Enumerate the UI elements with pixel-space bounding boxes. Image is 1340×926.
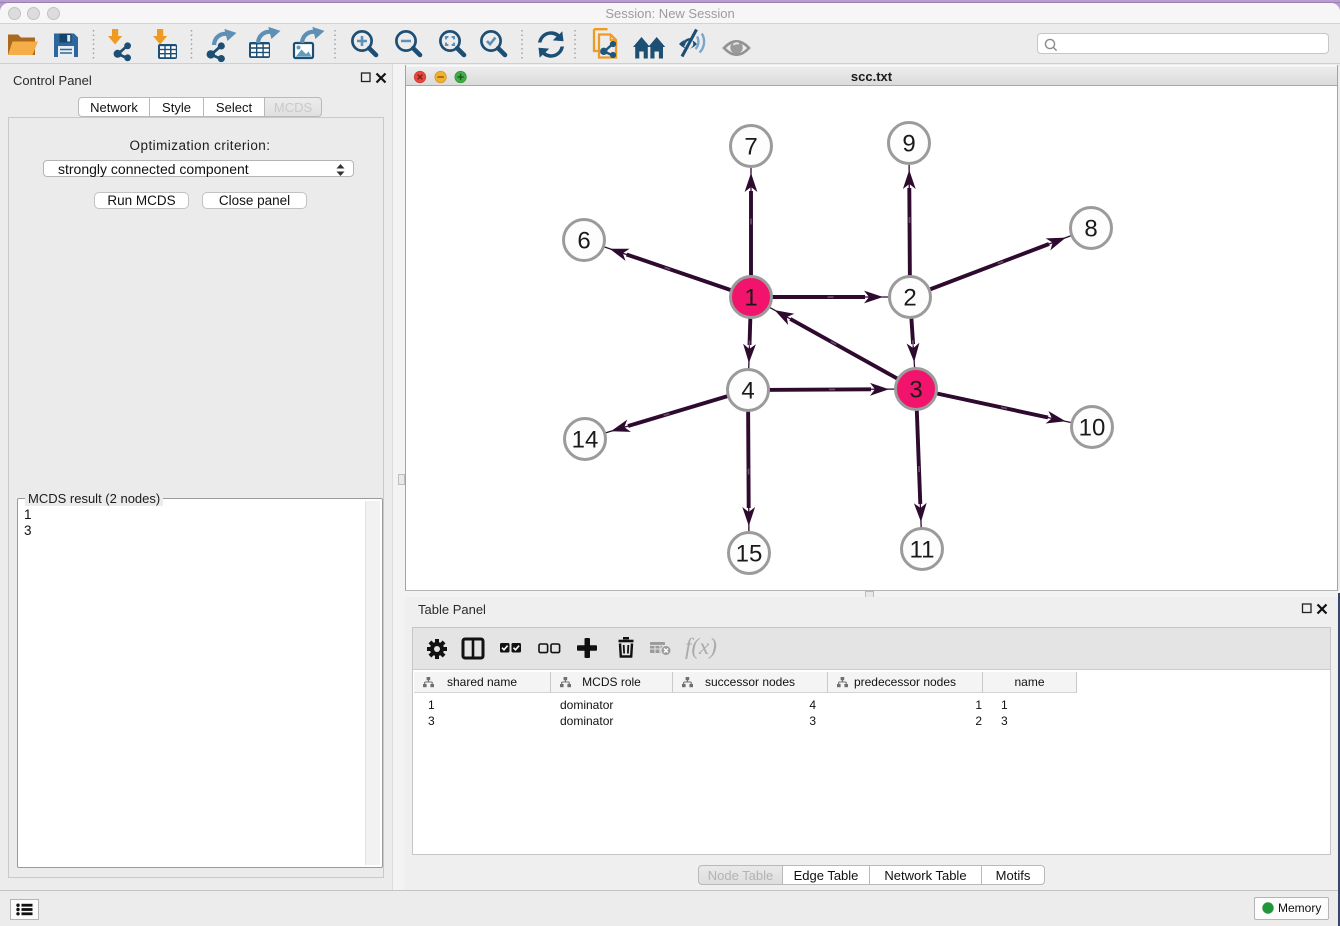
svg-text:1: 1: [744, 285, 757, 312]
svg-text:2: 2: [903, 285, 916, 312]
svg-text:7: 7: [744, 134, 757, 161]
svg-text:4: 4: [741, 378, 754, 405]
svg-text:8: 8: [1084, 216, 1097, 243]
svg-text:10: 10: [1079, 415, 1106, 442]
svg-text:15: 15: [736, 541, 763, 568]
svg-text:3: 3: [909, 377, 922, 404]
svg-text:9: 9: [902, 131, 915, 158]
svg-text:14: 14: [572, 427, 599, 454]
svg-text:11: 11: [910, 537, 935, 564]
svg-text:6: 6: [577, 228, 590, 255]
